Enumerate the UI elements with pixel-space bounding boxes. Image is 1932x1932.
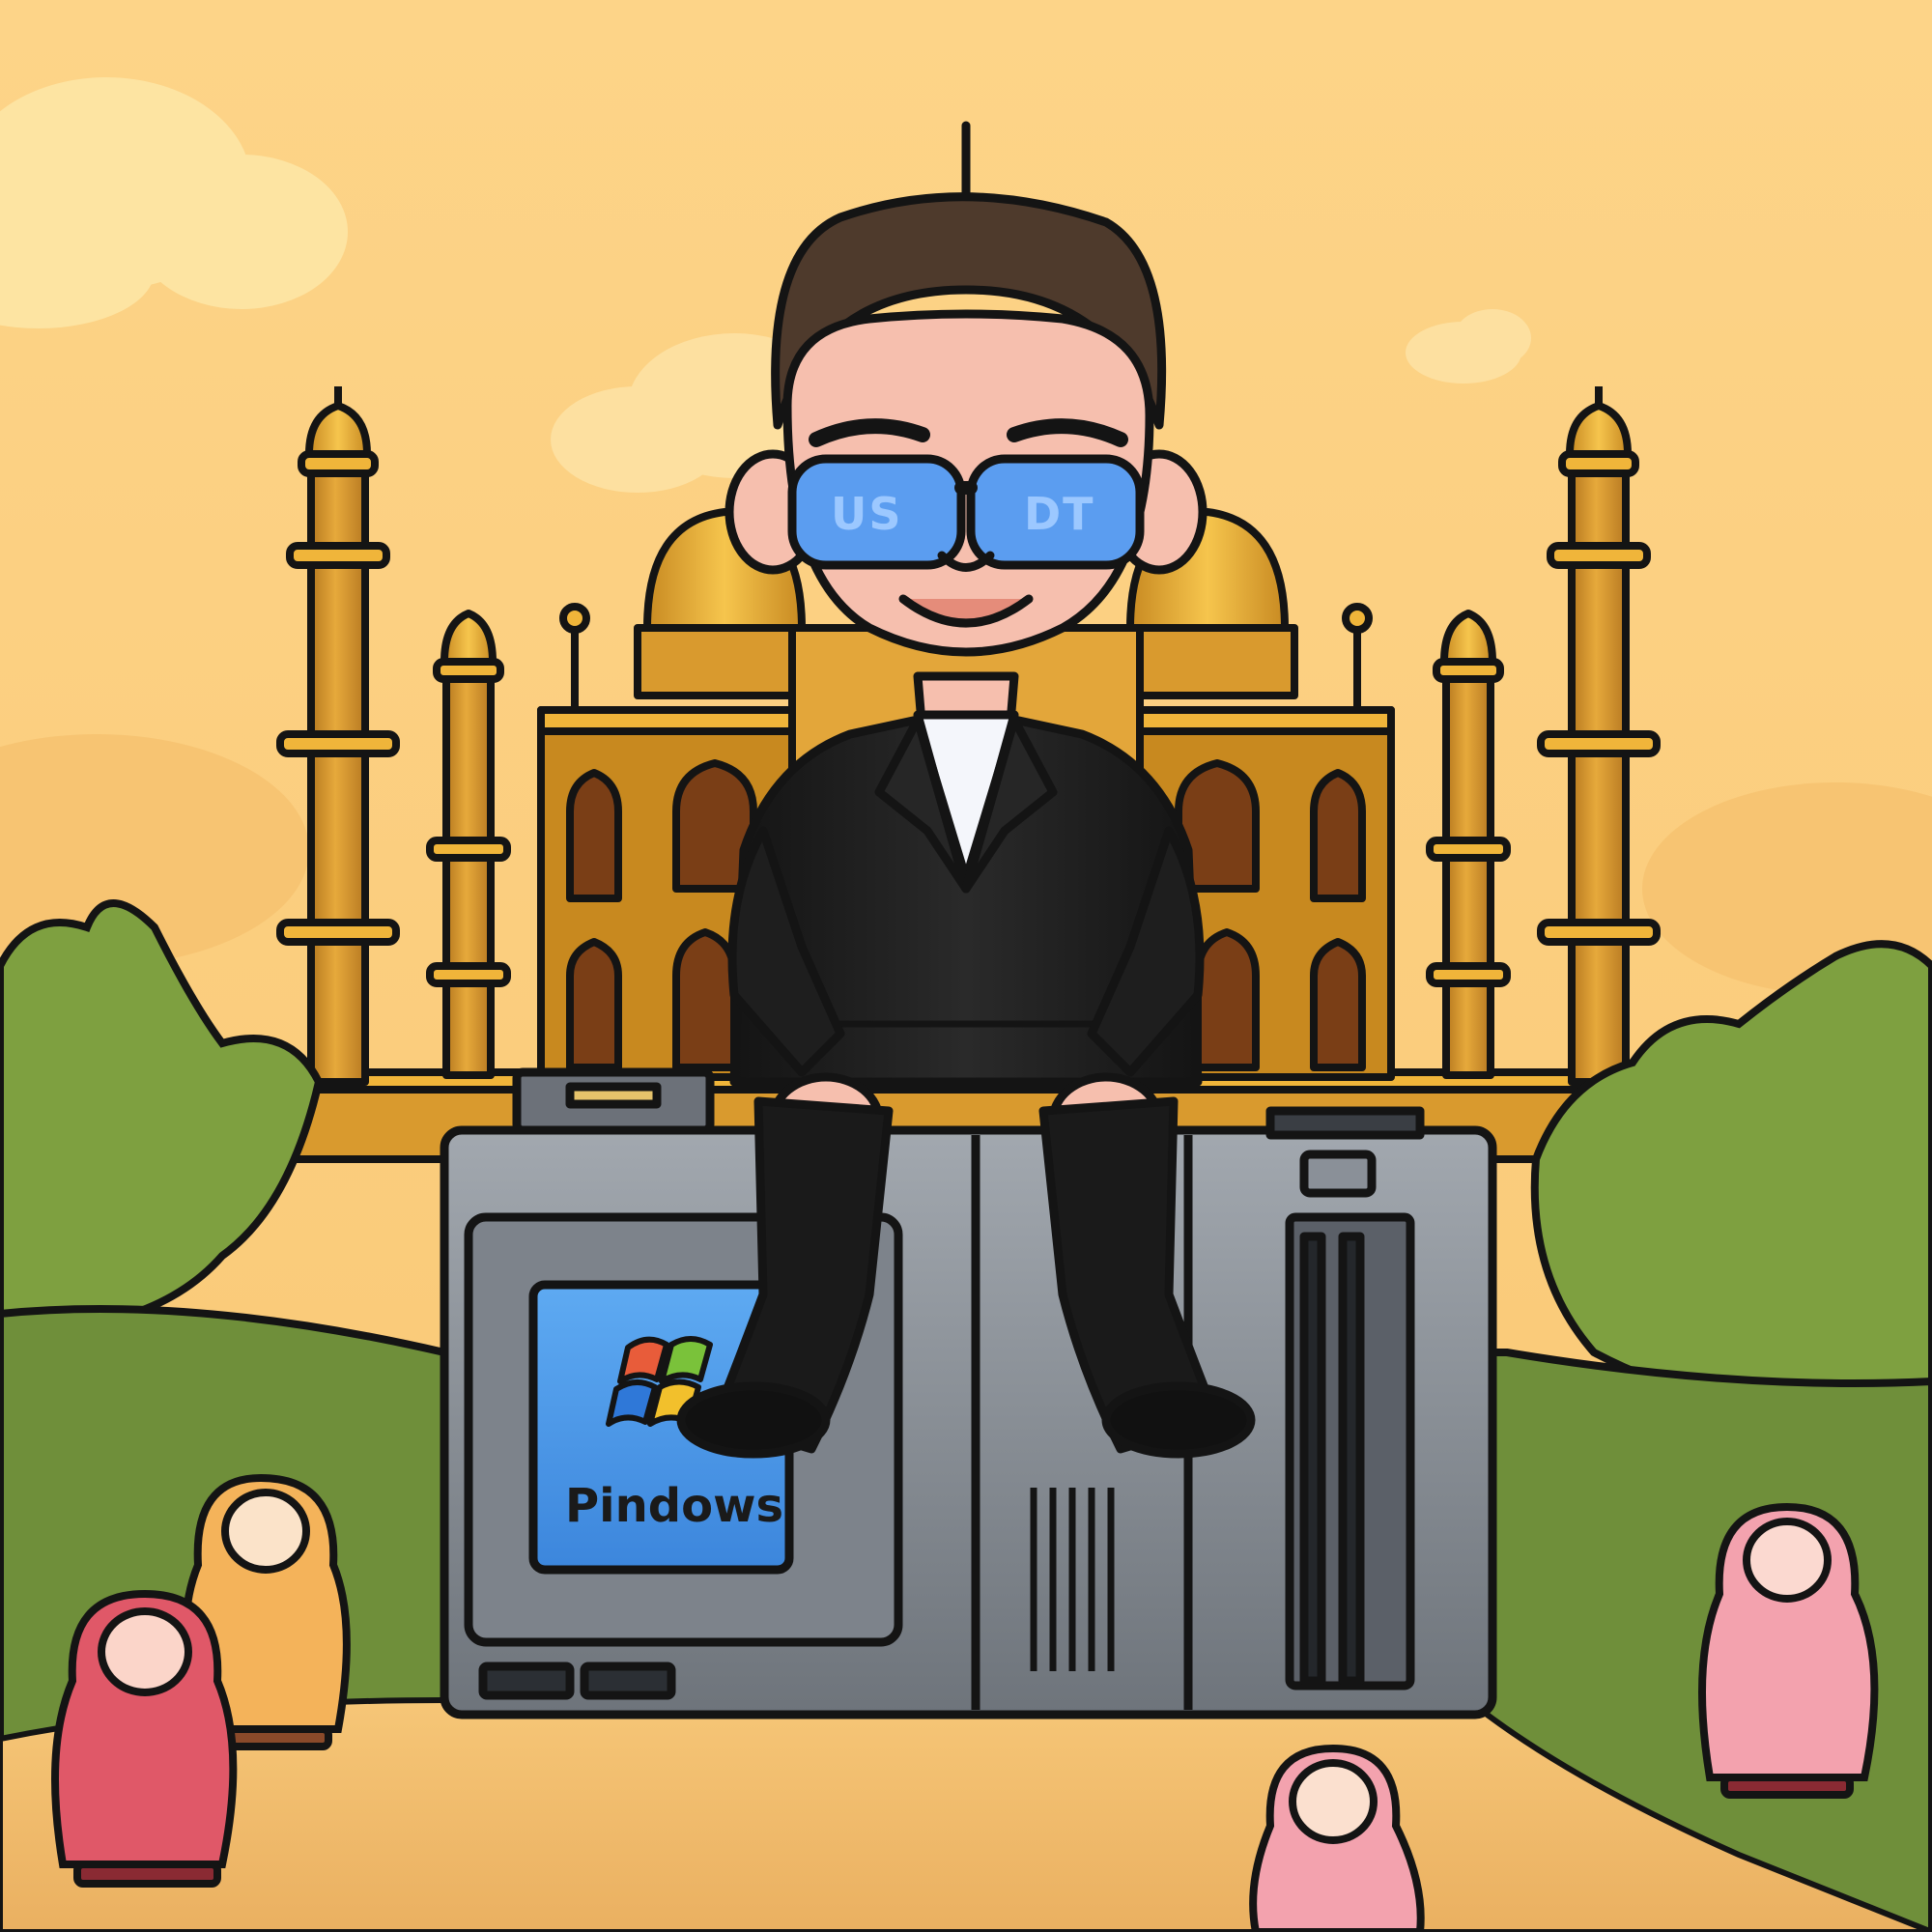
lens-left-text: US bbox=[831, 488, 902, 540]
lens-right-text: DT bbox=[1024, 488, 1095, 540]
screen-brand-text: Pindows bbox=[565, 1479, 783, 1533]
retro-computer: Pindows bbox=[440, 1067, 1497, 1719]
matryoshka-doll-red bbox=[51, 1589, 238, 1888]
cartoon-scene: Pindows US DT bbox=[0, 0, 1932, 1932]
matryoshka-doll-pink-right bbox=[1698, 1502, 1879, 1799]
